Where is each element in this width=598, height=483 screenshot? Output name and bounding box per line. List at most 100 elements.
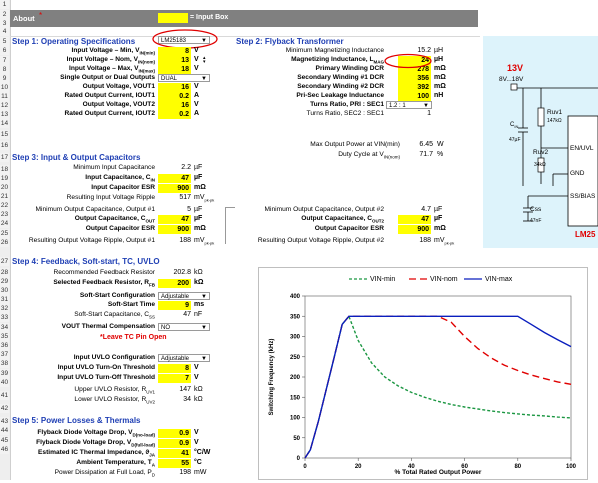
tc-dropdown[interactable]: NO ▼ [158,323,210,331]
uvlo-on-unit-text: V [194,364,199,371]
row-number: 13 [0,110,9,119]
schematic-ruv1-value: 147kΩ [547,118,562,124]
series-line-vin-nom [304,315,572,459]
legend-label: VIN-nom [430,276,458,283]
ss-config-dropdown[interactable]: Adjustable ▼ [158,292,210,300]
spinner-icon[interactable]: ▴ ▾ [203,56,206,65]
sel-fb-input[interactable]: 200 [158,279,191,288]
step1-label: Output Voltage, VOUT1 [10,83,155,90]
out2-esr-input[interactable]: 900 [398,225,431,234]
out2-min-cap-label: Minimum Output Capacitance, Output #2 [236,206,384,213]
uvlo-config-dropdown[interactable]: Adjustable ▼ [158,354,210,362]
y-tick-label: 200 [290,375,301,381]
out2-esr-unit-text: mΩ [434,225,446,232]
input-ripple-unit-text: mV [194,194,205,201]
out2-cap-label: Output Capacitance, COUT2 [236,215,384,223]
uvlo-off-input[interactable]: 7 [158,374,191,383]
out1-cap-unit-text: µF [194,215,203,222]
uvlo-config-label: Input UVLO Configuration [73,354,155,361]
step1-input[interactable]: 16 [158,101,191,110]
power-dissipation-label: Power Dissipation at Full Load, PD [10,469,155,477]
step1-input[interactable]: 16 [158,83,191,92]
out1-min-cap-label: Minimum Output Capacitance, Output #1 [10,206,155,213]
step1-label: Rated Output Current, IOUT1 [10,92,155,99]
ruv2-value: 34 [183,396,191,403]
step1-unit: A [194,92,200,99]
step1-label-text: Output Voltage, VOUT1 [82,83,155,90]
y-tick-label: 300 [290,335,301,341]
input-esr-input[interactable]: 900 [158,184,191,193]
step1-label-text: Input Voltage – Min, V [71,47,140,54]
row-number: 41 [0,391,9,400]
step2-label-text: Secondary Winding #1 DCR [297,74,384,81]
dropdown-value: NO [161,325,170,331]
separator [225,207,235,208]
step1-input[interactable]: 8 [158,47,191,56]
schematic-ruv2: Ruv2 [533,149,549,156]
step2-label-text: Primary Winding DCR [315,65,384,72]
row-number: 44 [0,426,9,435]
ruv1-unit: kΩ [194,386,203,393]
step2-label: Turns Ratio, SEC2 : SEC1 [236,110,384,117]
out1-cap-input[interactable]: 47 [158,215,191,224]
step1-unit: V [194,65,199,72]
chevron-down-icon: ▼ [201,294,207,300]
out2-cap-label-text: Output Capacitance, C [301,215,372,222]
step2-input[interactable]: 356 [398,74,431,83]
row-number: 38 [0,359,9,368]
step1-label-text: Single Output or Dual Outputs [60,74,155,81]
dropdown-value: Adjustable [161,294,190,300]
uvlo-off-label: Input UVLO Turn-Off Threshold [10,374,155,381]
chevron-down-icon: ▼ [201,356,207,362]
ss-time-label: Soft-Start Time [10,301,155,308]
out1-ripple-unit-sub: pk-pk [204,240,215,246]
diode-fullload-label-text: Flyback Diode Voltage Drop, V [36,439,132,446]
ss-time-input[interactable]: 9 [158,301,191,310]
step1-input[interactable]: 0.2 [158,110,191,119]
ss-cap-label-text: Soft-Start Capacitance, C [74,311,149,318]
diode-noload-input[interactable]: 0.9 [158,429,191,438]
thermal-impedance-input[interactable]: 41 [158,449,191,458]
out1-cap-label-text: Output Capacitance, C [74,215,146,222]
out2-min-cap-value: 4.7 [421,206,431,213]
out2-cap-unit-text: µF [434,215,443,222]
out1-esr-label-text: Output Capacitor ESR [85,225,155,232]
schematic-pin-en: EN/UVL [570,145,594,152]
sel-fb-unit: kΩ [194,279,204,286]
diode-fullload-label-sub: D(full-load) [131,442,155,448]
out2-min-cap-unit: µF [434,206,442,213]
input-cap-input[interactable]: 47 [158,174,191,183]
ambient-temp-input[interactable]: 55 [158,459,191,468]
schematic-css: Css [530,206,542,213]
row-number: 39 [0,369,9,378]
out1-min-cap-label-text: Minimum Output Capacitance, Output #1 [35,206,155,213]
about-link[interactable]: About [13,14,35,23]
out1-ripple-unit-text: mV [194,237,205,244]
step1-input[interactable]: 13 [158,56,191,65]
uvlo-on-input[interactable]: 8 [158,364,191,373]
out1-esr-unit-text: mΩ [194,225,206,232]
step2-input[interactable]: 100 [398,92,431,101]
power-dissipation-label-text: Power Dissipation at Full Load, P [54,469,152,476]
turns-ratio-dropdown[interactable]: 1.2 : 1 ▼ [386,101,432,109]
diode-noload-label: Flyback Diode Voltage Drop, VD(no-load) [10,429,155,437]
row-number: 30 [0,286,9,295]
diode-noload-label-text: Flyback Diode Voltage Drop, V [37,429,133,436]
step2-title: Step 2: Flyback Transformer [236,37,344,46]
out1-esr-input[interactable]: 900 [158,225,191,234]
step2-input[interactable]: 392 [398,83,431,92]
step1-input[interactable]: 18 [158,65,191,74]
chevron-down-icon: ▼ [201,76,207,82]
out2-esr-label-text: Output Capacitor ESR [314,225,384,232]
step2-label-text: Magnetizing Inductance, L [291,56,374,63]
out2-ripple-label-text: Resulting Output Voltage Ripple, Output … [257,237,384,244]
step1-input[interactable]: 0.2 [158,92,191,101]
ss-time-label-text: Soft-Start Time [107,301,155,308]
diode-noload-label-sub: D(no-load) [132,432,156,438]
out2-cap-input[interactable]: 47 [398,215,431,224]
row-number: 10 [0,83,9,92]
diode-fullload-input[interactable]: 0.9 [158,439,191,448]
ambient-temp-unit: °C [194,459,202,466]
row-number: 20 [0,183,9,192]
output-mode-dropdown[interactable]: DUAL ▼ [158,74,210,82]
